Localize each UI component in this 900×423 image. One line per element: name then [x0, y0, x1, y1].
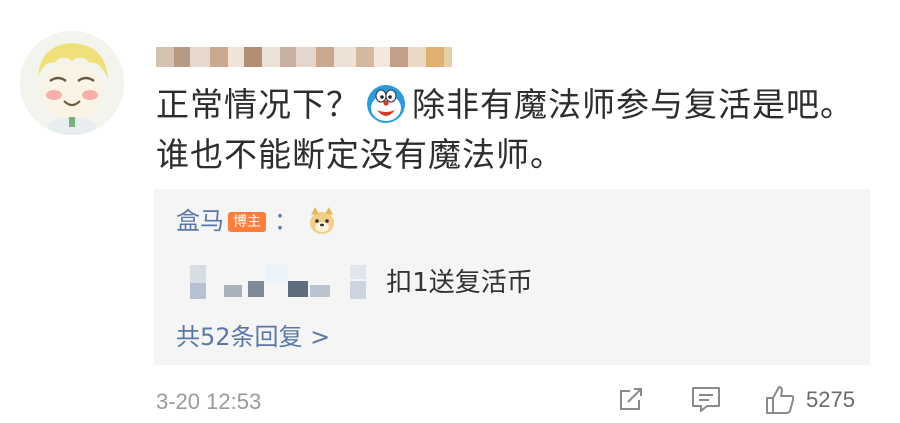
reply-text: 扣1送复活币	[386, 268, 533, 298]
dog-emoji-icon	[306, 205, 338, 237]
avatar[interactable]	[20, 31, 124, 135]
comment-icon	[692, 387, 720, 412]
avatar-image	[20, 31, 124, 135]
reply-author-name[interactable]: 盒马	[176, 207, 224, 235]
comment-text: 正常情况下？ 除非有魔法师参与复活是吧。谁也不能断定没有魔法师。	[156, 80, 876, 180]
more-replies-link[interactable]: 共52条回复 >	[176, 321, 330, 353]
like-count: 5275	[806, 387, 855, 412]
blogger-badge: 博主	[228, 212, 266, 232]
like-icon	[766, 386, 795, 414]
reply-user-blurred	[190, 265, 378, 299]
comment-timestamp: 3-20 12:53	[156, 389, 262, 414]
like-button[interactable]: 5275	[764, 384, 855, 416]
share-button[interactable]	[616, 384, 646, 414]
share-icon	[620, 388, 642, 410]
comment-text-part1: 正常情况下？	[156, 85, 360, 124]
comment-button[interactable]	[690, 384, 722, 414]
username-blurred[interactable]	[156, 44, 456, 70]
reply-colon: ：	[274, 207, 298, 235]
doraemon-emoji-icon	[366, 84, 406, 124]
reply-preview-box[interactable]: 盒马 博主 ： 扣1送复活币 共52条回复 >	[154, 189, 870, 365]
reply-author-line: 盒马 博主 ：	[176, 205, 338, 237]
reply-content: 扣1送复活币	[190, 265, 533, 301]
